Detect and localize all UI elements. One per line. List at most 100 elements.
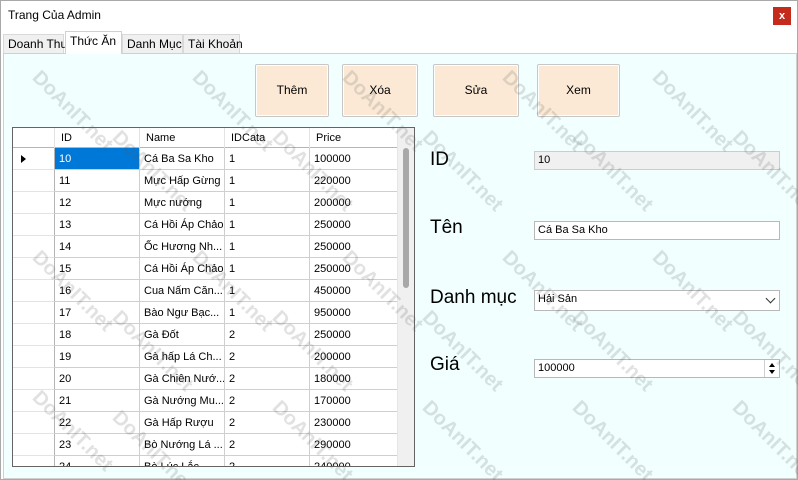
cell-name[interactable]: Gà hấp Lá Ch... — [140, 346, 225, 368]
cell-price[interactable]: 220000 — [310, 170, 398, 192]
cell-id[interactable]: 22 — [55, 412, 140, 434]
delete-button[interactable]: Xóa — [342, 64, 418, 117]
cell-price[interactable]: 290000 — [310, 434, 398, 456]
table-row[interactable]: 16 Cua Nấm Căn... 1 450000 — [13, 280, 398, 302]
cell-idcata[interactable]: 1 — [225, 170, 310, 192]
cell-id[interactable]: 16 — [55, 280, 140, 302]
row-header[interactable] — [13, 302, 55, 324]
cell-idcata[interactable]: 1 — [225, 236, 310, 258]
table-row[interactable]: 14 Ốc Hương Nh... 1 250000 — [13, 236, 398, 258]
cell-price[interactable]: 240000 — [310, 456, 398, 466]
cell-name[interactable]: Bào Ngư Bạc... — [140, 302, 225, 324]
cell-idcata[interactable]: 2 — [225, 324, 310, 346]
cell-idcata[interactable]: 2 — [225, 346, 310, 368]
cell-name[interactable]: Mực Hấp Gừng — [140, 170, 225, 192]
category-select[interactable]: Hải Sản — [534, 290, 780, 311]
cell-id[interactable]: 13 — [55, 214, 140, 236]
cell-price[interactable]: 250000 — [310, 236, 398, 258]
cell-idcata[interactable]: 1 — [225, 148, 310, 170]
cell-id[interactable]: 24 — [55, 456, 140, 466]
row-header[interactable] — [13, 214, 55, 236]
view-button[interactable]: Xem — [537, 64, 620, 117]
row-header[interactable] — [13, 236, 55, 258]
table-row[interactable]: 11 Mực Hấp Gừng 1 220000 — [13, 170, 398, 192]
cell-id[interactable]: 19 — [55, 346, 140, 368]
table-row[interactable]: 22 Gà Hấp Rượu 2 230000 — [13, 412, 398, 434]
cell-name[interactable]: Gà Chiên Nướ... — [140, 368, 225, 390]
cell-id[interactable]: 10 — [55, 148, 140, 170]
row-header[interactable] — [13, 148, 55, 170]
cell-idcata[interactable]: 1 — [225, 214, 310, 236]
row-header[interactable] — [13, 170, 55, 192]
cell-idcata[interactable]: 1 — [225, 280, 310, 302]
table-row[interactable]: 18 Gà Đốt 2 250000 — [13, 324, 398, 346]
row-header[interactable] — [13, 434, 55, 456]
cell-id[interactable]: 14 — [55, 236, 140, 258]
close-button[interactable]: x — [773, 7, 791, 25]
table-row[interactable]: 13 Cá Hồi Áp Chảo 1 250000 — [13, 214, 398, 236]
price-stepper[interactable]: 100000 — [534, 359, 780, 378]
tab-doanh-thu[interactable]: Doanh Thu — [3, 34, 67, 53]
chevron-down-icon[interactable] — [765, 293, 776, 304]
tab-thuc-an[interactable]: Thức Ăn — [65, 31, 122, 54]
cell-name[interactable]: Bò Nướng Lá ... — [140, 434, 225, 456]
column-header-idcata[interactable]: IDCata — [225, 128, 310, 148]
cell-idcata[interactable]: 1 — [225, 258, 310, 280]
price-spin-buttons[interactable] — [764, 360, 779, 377]
cell-id[interactable]: 11 — [55, 170, 140, 192]
cell-id[interactable]: 17 — [55, 302, 140, 324]
table-row[interactable]: 17 Bào Ngư Bạc... 1 950000 — [13, 302, 398, 324]
name-field[interactable]: Cá Ba Sa Kho — [534, 221, 780, 240]
cell-name[interactable]: Cá Ba Sa Kho — [140, 148, 225, 170]
food-data-grid[interactable]: ID Name IDCata Price 10 Cá Ba Sa Kho 1 1000… — [12, 127, 415, 467]
cell-name[interactable]: Ốc Hương Nh... — [140, 236, 225, 258]
cell-name[interactable]: Gà Đốt — [140, 324, 225, 346]
cell-idcata[interactable]: 2 — [225, 412, 310, 434]
tab-danh-muc[interactable]: Danh Mục — [122, 34, 183, 53]
cell-price[interactable]: 230000 — [310, 412, 398, 434]
table-row[interactable]: 10 Cá Ba Sa Kho 1 100000 — [13, 148, 398, 170]
column-header-price[interactable]: Price — [310, 128, 398, 148]
row-header[interactable] — [13, 456, 55, 466]
row-header[interactable] — [13, 258, 55, 280]
column-header-id[interactable]: ID — [55, 128, 140, 148]
add-button[interactable]: Thêm — [255, 64, 329, 117]
table-row[interactable]: 20 Gà Chiên Nướ... 2 180000 — [13, 368, 398, 390]
cell-id[interactable]: 23 — [55, 434, 140, 456]
cell-id[interactable]: 15 — [55, 258, 140, 280]
table-row[interactable]: 24 Bò Lúc Lắc 2 240000 — [13, 456, 398, 466]
table-row[interactable]: 19 Gà hấp Lá Ch... 2 200000 — [13, 346, 398, 368]
spin-down-icon[interactable] — [769, 370, 775, 374]
cell-name[interactable]: Bò Lúc Lắc — [140, 456, 225, 466]
cell-price[interactable]: 180000 — [310, 368, 398, 390]
cell-idcata[interactable]: 2 — [225, 456, 310, 466]
cell-name[interactable]: Cua Nấm Căn... — [140, 280, 225, 302]
cell-price[interactable]: 200000 — [310, 192, 398, 214]
cell-id[interactable]: 12 — [55, 192, 140, 214]
grid-vertical-scrollbar[interactable] — [397, 128, 414, 466]
cell-price[interactable]: 170000 — [310, 390, 398, 412]
row-header[interactable] — [13, 192, 55, 214]
row-header[interactable] — [13, 368, 55, 390]
cell-price[interactable]: 100000 — [310, 148, 398, 170]
cell-name[interactable]: Mực nướng — [140, 192, 225, 214]
edit-button[interactable]: Sửa — [433, 64, 519, 117]
row-header[interactable] — [13, 412, 55, 434]
cell-id[interactable]: 21 — [55, 390, 140, 412]
table-row[interactable]: 15 Cá Hồi Áp Chảo 1 250000 — [13, 258, 398, 280]
row-header[interactable] — [13, 324, 55, 346]
row-header[interactable] — [13, 390, 55, 412]
cell-price[interactable]: 250000 — [310, 214, 398, 236]
cell-id[interactable]: 18 — [55, 324, 140, 346]
cell-name[interactable]: Gà Nướng Mu... — [140, 390, 225, 412]
column-header-name[interactable]: Name — [140, 128, 225, 148]
cell-name[interactable]: Cá Hồi Áp Chảo — [140, 214, 225, 236]
cell-price[interactable]: 450000 — [310, 280, 398, 302]
row-header[interactable] — [13, 346, 55, 368]
cell-idcata[interactable]: 2 — [225, 434, 310, 456]
cell-name[interactable]: Gà Hấp Rượu — [140, 412, 225, 434]
table-row[interactable]: 23 Bò Nướng Lá ... 2 290000 — [13, 434, 398, 456]
cell-price[interactable]: 250000 — [310, 258, 398, 280]
cell-price[interactable]: 950000 — [310, 302, 398, 324]
cell-price[interactable]: 200000 — [310, 346, 398, 368]
